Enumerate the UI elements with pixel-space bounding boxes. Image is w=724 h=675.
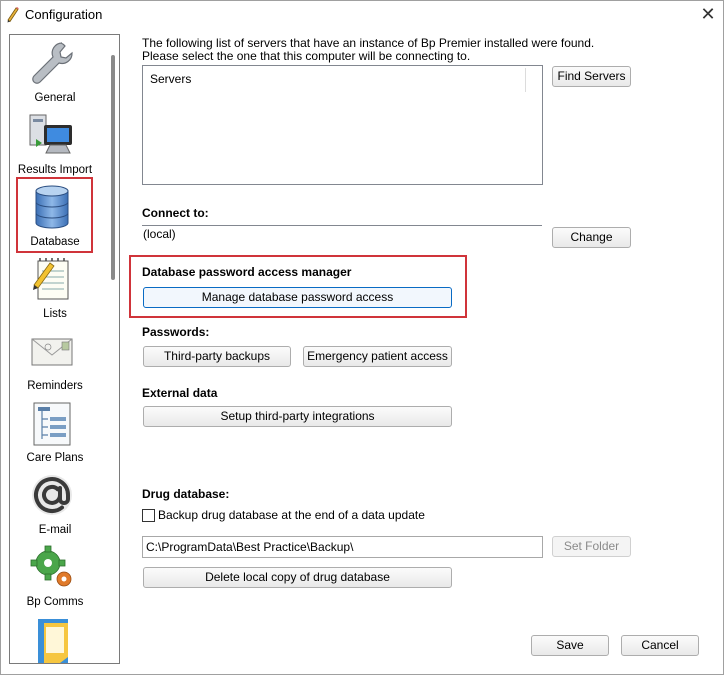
connect-to-heading: Connect to: bbox=[142, 206, 209, 220]
close-icon[interactable]: ✕ bbox=[697, 4, 719, 24]
gears-icon bbox=[30, 545, 72, 587]
cancel-button[interactable]: Cancel bbox=[621, 635, 699, 656]
setup-integrations-button[interactable]: Setup third-party integrations bbox=[143, 406, 452, 427]
database-highlight-box bbox=[16, 177, 93, 253]
passwords-heading: Passwords: bbox=[142, 325, 210, 339]
manage-password-access-button[interactable]: Manage database password access bbox=[143, 287, 452, 308]
at-sign-icon bbox=[32, 475, 72, 515]
document-icon bbox=[38, 619, 68, 663]
external-data-heading: External data bbox=[142, 386, 218, 400]
sidebar-item-label: Results Import bbox=[17, 164, 93, 176]
title-bar: Configuration ✕ bbox=[1, 1, 723, 29]
change-button[interactable]: Change bbox=[552, 227, 631, 248]
sidebar-item-partial[interactable] bbox=[10, 613, 106, 663]
servers-list[interactable]: Servers bbox=[142, 65, 543, 185]
sidebar-item-label: Lists bbox=[43, 308, 67, 320]
column-separator bbox=[525, 68, 526, 92]
backup-drug-db-label[interactable]: Backup drug database at the end of a dat… bbox=[158, 508, 425, 522]
password-manager-heading: Database password access manager bbox=[142, 265, 352, 279]
sidebar-item-email[interactable]: E-mail bbox=[10, 469, 106, 539]
sidebar-item-label: Care Plans bbox=[26, 452, 84, 464]
sidebar-item-reminders[interactable]: Reminders bbox=[10, 325, 106, 395]
sidebar-item-general[interactable]: General bbox=[10, 37, 106, 107]
sidebar-item-label: E-mail bbox=[38, 524, 72, 536]
backup-path-field[interactable]: C:\ProgramData\Best Practice\Backup\ bbox=[142, 536, 543, 558]
computer-import-icon bbox=[29, 114, 72, 154]
third-party-backups-button[interactable]: Third-party backups bbox=[143, 346, 291, 367]
sidebar-item-label: Bp Comms bbox=[26, 596, 84, 608]
sidebar-item-bp-comms[interactable]: Bp Comms bbox=[10, 541, 106, 611]
window-title: Configuration bbox=[25, 7, 103, 22]
connect-to-field: (local) bbox=[142, 225, 542, 245]
servers-column-header[interactable]: Servers bbox=[150, 72, 191, 86]
delete-drug-db-button[interactable]: Delete local copy of drug database bbox=[143, 567, 452, 588]
envelope-icon bbox=[31, 338, 73, 366]
sidebar-scrollbar[interactable] bbox=[108, 35, 119, 663]
configuration-window: Configuration ✕ General Results Import D… bbox=[0, 0, 724, 675]
set-folder-button[interactable]: Set Folder bbox=[552, 536, 631, 557]
wrench-icon bbox=[32, 42, 73, 84]
sidebar-item-label: Reminders bbox=[27, 380, 83, 392]
sidebar-item-lists[interactable]: Lists bbox=[10, 253, 106, 323]
sidebar-item-care-plans[interactable]: Care Plans bbox=[10, 397, 106, 467]
scroll-thumb[interactable] bbox=[111, 55, 115, 280]
notepad-list-icon bbox=[33, 258, 69, 300]
servers-intro-line-2: Please select the one that this computer… bbox=[142, 49, 471, 63]
drug-database-heading: Drug database: bbox=[142, 487, 230, 501]
backup-drug-db-checkbox[interactable] bbox=[142, 509, 155, 522]
find-servers-button[interactable]: Find Servers bbox=[552, 66, 631, 87]
category-sidebar: General Results Import Database Lists Re… bbox=[9, 34, 120, 664]
save-button[interactable]: Save bbox=[531, 635, 609, 656]
emergency-patient-access-button[interactable]: Emergency patient access bbox=[303, 346, 452, 367]
sidebar-item-results-import[interactable]: Results Import bbox=[10, 109, 106, 179]
sidebar-item-label: General bbox=[34, 92, 76, 104]
pencil-app-icon bbox=[7, 7, 19, 23]
care-plan-document-icon bbox=[33, 402, 71, 446]
